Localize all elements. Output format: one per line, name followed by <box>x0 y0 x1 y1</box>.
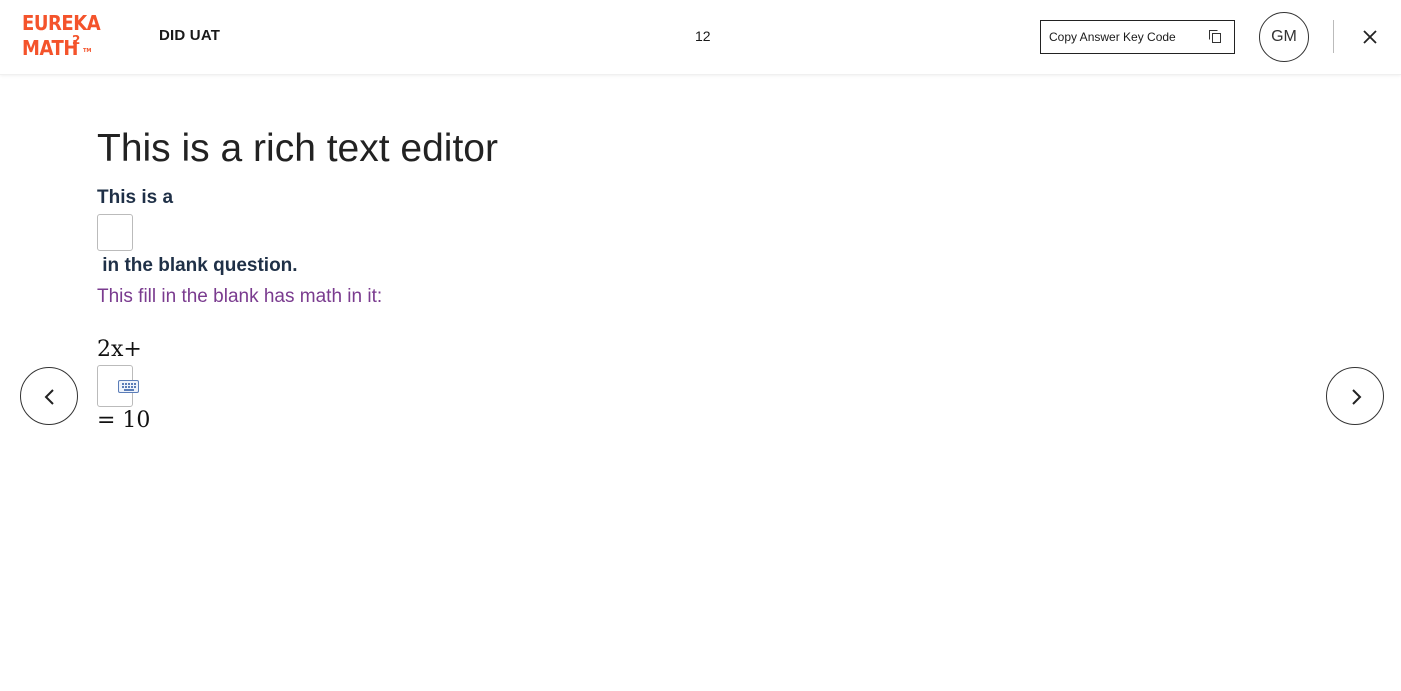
logo-superscript: 2 <box>72 33 81 47</box>
copy-answer-key-label: Copy Answer Key Code <box>1049 30 1176 44</box>
rich-text-title: This is a rich text editor <box>97 127 498 170</box>
eureka-math-logo: EUREKA MATH 2 TM <box>20 11 101 63</box>
close-icon <box>1363 30 1377 44</box>
logo-trademark: TM <box>83 48 92 54</box>
math-fill-in-blank-input[interactable] <box>97 365 139 407</box>
copy-icon <box>1209 30 1223 44</box>
chevron-right-icon <box>1352 389 1362 405</box>
header-divider <box>1333 20 1334 53</box>
chevron-left-icon <box>44 389 54 405</box>
fill-blank-text-after: in the blank question. <box>97 255 298 276</box>
next-button[interactable] <box>1326 367 1384 425</box>
copy-answer-key-button[interactable]: Copy Answer Key Code <box>1040 20 1235 54</box>
logo-line2: MATH <box>22 36 78 60</box>
previous-button[interactable] <box>20 367 78 425</box>
fill-blank-text-before: This is a <box>97 187 174 208</box>
close-button[interactable] <box>1360 27 1380 47</box>
keyboard-icon[interactable] <box>118 380 139 393</box>
top-header: EUREKA MATH 2 TM DID UAT 12 Copy Answer … <box>0 0 1401 75</box>
math-intro-text: This fill in the blank has math in it: <box>97 286 383 307</box>
logo-line1: EUREKA <box>22 11 101 35</box>
course-title: DID UAT <box>159 27 221 44</box>
page-number: 12 <box>695 28 711 44</box>
fill-in-blank-input[interactable] <box>97 214 133 251</box>
app-root: EUREKA MATH 2 TM DID UAT 12 Copy Answer … <box>0 0 1401 691</box>
math-expression-after: = 10 <box>97 408 151 433</box>
math-expression-before: 2x+ <box>97 337 142 362</box>
user-avatar[interactable]: GM <box>1259 12 1309 62</box>
